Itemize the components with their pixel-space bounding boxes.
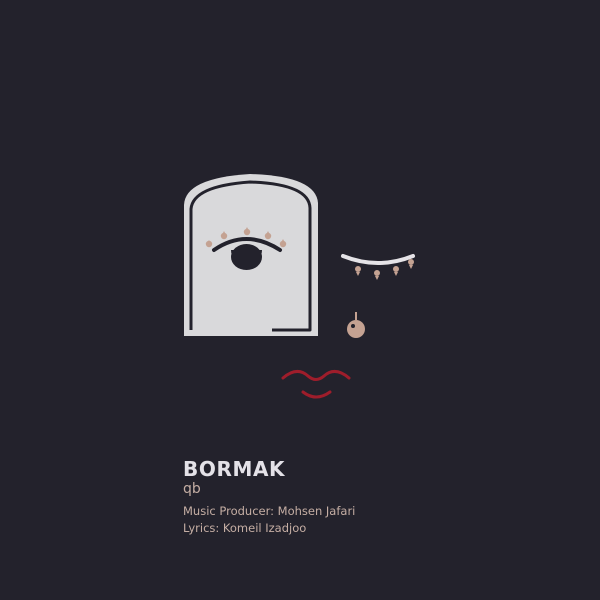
tear-drop-icon: [347, 312, 365, 338]
album-info: BORMAK qb Music Producer: Mohsen Jafari …: [183, 458, 355, 537]
lyrics-credit: Lyrics: Komeil Izadjoo: [183, 521, 307, 535]
closed-eye-icon: [341, 254, 415, 280]
lips-icon: [281, 370, 351, 399]
album-cover: BORMAK qb Music Producer: Mohsen Jafari …: [0, 0, 600, 600]
producer-credit: Music Producer: Mohsen Jafari: [183, 504, 356, 518]
credits: Music Producer: Mohsen Jafari Lyrics: Ko…: [183, 503, 355, 537]
album-title: BORMAK: [183, 457, 286, 481]
artist-name: qb: [183, 481, 201, 497]
